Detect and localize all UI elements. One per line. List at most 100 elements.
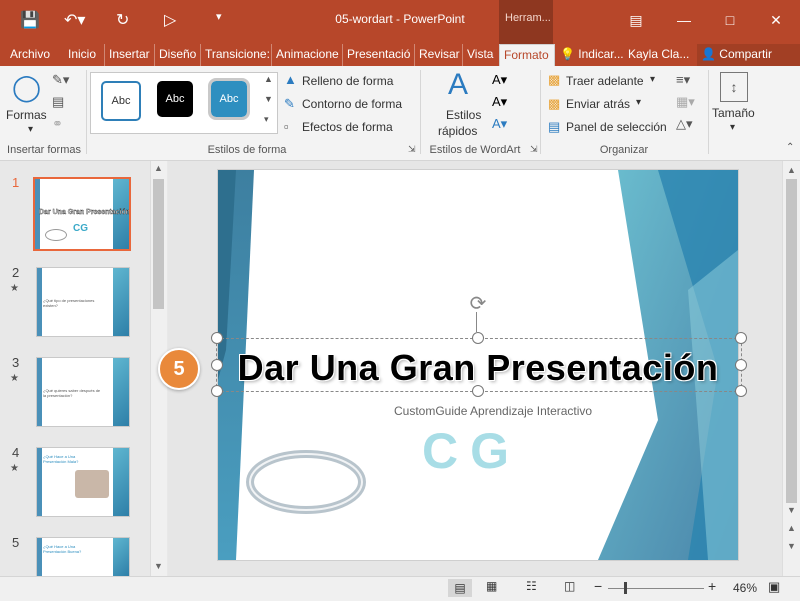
previous-slide-icon[interactable]: ▲	[787, 523, 796, 533]
shapes-icon[interactable]: ◯	[12, 72, 41, 103]
reading-view-icon[interactable]: ☷	[526, 579, 537, 593]
zoom-out-icon[interactable]: −	[594, 578, 602, 594]
text-fill-icon[interactable]: A▾	[492, 72, 507, 88]
zoom-slider-thumb[interactable]	[624, 582, 627, 594]
slide-thumbnail-4[interactable]: ¿Qué Hace a Una Presentación Mala?	[36, 447, 130, 517]
tab-archivo[interactable]: Archivo	[6, 44, 54, 66]
slide-thumbnail-5[interactable]: ¿Qué Hace a Una Presentación Buena?	[36, 537, 130, 577]
thumbnail-decoration	[113, 538, 129, 576]
close-button[interactable]: ✕	[762, 8, 790, 32]
resize-handle[interactable]	[735, 332, 747, 344]
formas-button[interactable]: Formas	[6, 108, 47, 122]
text-outline-icon[interactable]: A▾	[492, 94, 507, 110]
thumbnail-decoration	[113, 358, 129, 426]
resize-handle[interactable]	[472, 332, 484, 344]
next-slide-icon[interactable]: ▼	[787, 541, 796, 551]
tab-presentacion[interactable]: Presentació	[342, 44, 414, 66]
slide-thumbnail-3[interactable]: ¿Qué quieres saber después de la present…	[36, 357, 130, 427]
outline-icon[interactable]: ✎	[284, 96, 295, 112]
panel-seleccion-button[interactable]: Panel de selección	[566, 120, 667, 134]
tab-revisar[interactable]: Revisar	[414, 44, 464, 66]
size-icon[interactable]: ↕	[720, 72, 748, 102]
thumbnail-number: 1	[12, 175, 20, 190]
zoom-slider-track[interactable]	[608, 588, 704, 589]
minimize-button[interactable]: —	[670, 8, 698, 32]
enviar-dropdown-icon[interactable]: ▾	[636, 97, 641, 108]
slide-subtitle[interactable]: CustomGuide Aprendizaje Interactivo	[394, 404, 592, 418]
resize-handle[interactable]	[211, 332, 223, 344]
animation-star-icon: ★	[10, 373, 19, 384]
fill-icon[interactable]: ▲	[284, 72, 297, 87]
shape-styles-launcher-icon[interactable]: ⇲	[408, 144, 416, 155]
resize-handle[interactable]	[472, 385, 484, 397]
scroll-thumb[interactable]	[786, 179, 797, 503]
user-name[interactable]: Kayla Cla...	[624, 44, 693, 66]
fit-to-window-icon[interactable]: ▣	[768, 579, 780, 595]
resize-handle[interactable]	[735, 385, 747, 397]
tab-insertar[interactable]: Insertar	[104, 44, 154, 66]
wordart-styles-icon[interactable]: A	[448, 68, 468, 102]
send-backward-icon[interactable]: ▩	[548, 96, 560, 112]
slide-scrollbar[interactable]: ▲ ▼ ▲ ▼	[782, 161, 800, 576]
scroll-down-icon[interactable]: ▼	[154, 561, 163, 571]
formas-dropdown-icon[interactable]: ▾	[28, 124, 33, 135]
scroll-up-icon[interactable]: ▲	[154, 163, 163, 173]
gallery-more-icon[interactable]: ▾	[264, 114, 269, 125]
tab-animaciones[interactable]: Animacione	[271, 44, 343, 66]
traer-adelante-button[interactable]: Traer adelante	[566, 74, 644, 88]
estilos-rapidos-label[interactable]: Estilos	[446, 108, 481, 122]
edit-shape-icon[interactable]: ✎▾	[52, 72, 69, 88]
selection-frame[interactable]	[216, 338, 742, 392]
enviar-atras-button[interactable]: Enviar atrás	[566, 97, 630, 111]
tell-me-search[interactable]: 💡 Indicar...	[556, 44, 628, 66]
group-label-insertar-formas: Insertar formas	[7, 144, 81, 156]
tab-formato[interactable]: Formato	[499, 44, 555, 67]
thumbnail-decoration	[37, 358, 42, 426]
text-effects-icon[interactable]: A▾	[492, 116, 507, 132]
tab-diseno[interactable]: Diseño	[154, 44, 200, 66]
resize-handle[interactable]	[211, 385, 223, 397]
align-icon[interactable]: ≡▾	[676, 72, 690, 88]
resize-handle[interactable]	[211, 359, 223, 371]
wordart-launcher-icon[interactable]: ⇲	[530, 144, 538, 155]
bring-forward-icon[interactable]: ▩	[548, 72, 560, 88]
rotate-icon[interactable]: △▾	[676, 116, 693, 132]
zoom-level[interactable]: 46%	[733, 581, 757, 595]
resize-handle[interactable]	[735, 359, 747, 371]
scroll-thumb[interactable]	[153, 179, 164, 309]
effects-icon[interactable]: ▫	[284, 119, 289, 134]
scroll-down-icon[interactable]: ▼	[787, 505, 796, 515]
contorno-forma-button[interactable]: Contorno de forma	[302, 97, 402, 111]
group-icon: ▦▾	[676, 94, 695, 109]
step-callout-badge: 5	[158, 348, 200, 390]
efectos-forma-button[interactable]: Efectos de forma	[302, 120, 393, 134]
gallery-scroll-up-icon[interactable]: ▲	[264, 74, 273, 84]
shape-style-white[interactable]: Abc	[101, 81, 141, 121]
tamano-dropdown-icon[interactable]: ▾	[730, 122, 735, 133]
tab-inicio[interactable]: Inicio	[64, 44, 100, 66]
tamano-button[interactable]: Tamaño	[712, 106, 755, 120]
text-box-icon[interactable]: ▤	[52, 94, 64, 110]
rapidos-label[interactable]: rápidos	[438, 124, 477, 138]
slide-thumbnail-2[interactable]: ¿Qué tipo de presentaciones existen?	[36, 267, 130, 337]
scroll-up-icon[interactable]: ▲	[787, 165, 796, 175]
traer-dropdown-icon[interactable]: ▾	[650, 74, 655, 85]
collapse-ribbon-icon[interactable]: ⌃	[786, 142, 794, 153]
shape-style-blue[interactable]: Abc	[208, 78, 250, 120]
shape-style-black[interactable]: Abc	[157, 81, 193, 117]
gallery-scroll-down-icon[interactable]: ▼	[264, 94, 273, 104]
ribbon-display-icon[interactable]: ▤	[622, 8, 650, 32]
slide-thumbnail-1[interactable]: Dar Una Gran Presentación CG	[33, 177, 131, 251]
share-button[interactable]: 👤 Compartir	[697, 44, 800, 66]
tab-vista[interactable]: Vista	[462, 44, 497, 66]
normal-view-icon[interactable]: ▤	[448, 579, 472, 597]
slide-sorter-icon[interactable]: ▦	[486, 579, 497, 593]
relleno-forma-button[interactable]: Relleno de forma	[302, 74, 393, 88]
zoom-in-icon[interactable]: +	[708, 578, 716, 594]
slideshow-icon[interactable]: ◫	[564, 579, 575, 593]
maximize-button[interactable]: □	[716, 8, 744, 32]
thumbnail-decoration	[37, 448, 42, 516]
selection-pane-icon[interactable]: ▤	[548, 119, 560, 135]
tab-transiciones[interactable]: Transicione:	[200, 44, 274, 66]
rotate-handle-icon[interactable]: ⟳	[466, 292, 490, 316]
